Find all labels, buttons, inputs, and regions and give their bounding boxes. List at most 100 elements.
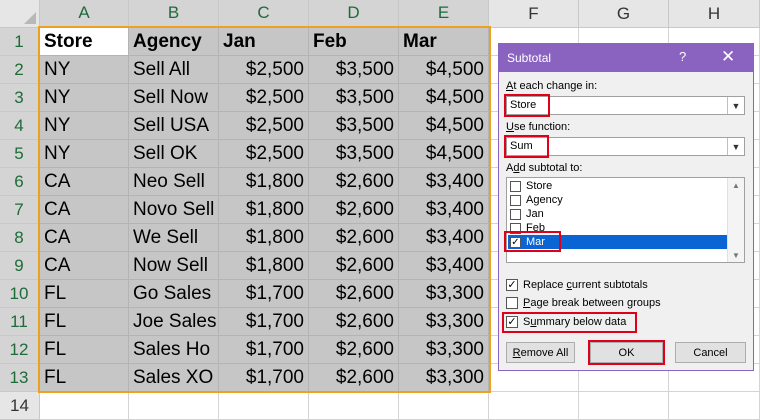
checkbox[interactable] — [510, 208, 521, 220]
data-cell[interactable]: $3,400 — [399, 196, 489, 224]
row-header-4[interactable]: 4 — [0, 112, 40, 140]
column-header-g[interactable]: G — [579, 0, 669, 28]
data-cell[interactable]: NY — [40, 84, 129, 112]
empty-cell[interactable] — [129, 392, 219, 420]
data-cell[interactable]: Sell All — [129, 56, 219, 84]
data-cell[interactable]: $1,800 — [219, 224, 309, 252]
checkbox[interactable] — [510, 222, 521, 234]
data-cell[interactable]: $3,300 — [399, 364, 489, 392]
list-scrollbar[interactable]: ▲ ▼ — [727, 178, 744, 262]
checkbox[interactable] — [506, 296, 518, 309]
column-header-c[interactable]: C — [219, 0, 309, 28]
data-cell[interactable]: Sell Now — [129, 84, 219, 112]
data-cell[interactable]: $2,500 — [219, 112, 309, 140]
data-cell[interactable]: $3,300 — [399, 308, 489, 336]
column-header-f[interactable]: F — [489, 0, 579, 28]
scroll-down-icon[interactable]: ▼ — [728, 248, 744, 262]
data-cell[interactable]: NY — [40, 112, 129, 140]
data-cell[interactable]: $2,600 — [309, 364, 399, 392]
data-cell[interactable]: $1,800 — [219, 196, 309, 224]
empty-cell[interactable] — [399, 392, 489, 420]
data-cell[interactable]: FL — [40, 336, 129, 364]
data-cell[interactable]: $3,400 — [399, 252, 489, 280]
data-cell[interactable]: $4,500 — [399, 84, 489, 112]
data-cell[interactable]: $2,600 — [309, 336, 399, 364]
data-cell[interactable]: $2,600 — [309, 224, 399, 252]
subtotal-field-jan[interactable]: Jan — [508, 207, 729, 221]
data-cell[interactable]: Now Sell — [129, 252, 219, 280]
checkbox[interactable] — [510, 194, 521, 206]
data-cell[interactable]: $2,600 — [309, 280, 399, 308]
header-cell[interactable]: Mar — [399, 28, 489, 56]
empty-cell[interactable] — [669, 392, 760, 420]
row-header-13[interactable]: 13 — [0, 364, 40, 392]
data-cell[interactable]: FL — [40, 280, 129, 308]
data-cell[interactable]: $2,500 — [219, 56, 309, 84]
data-cell[interactable]: $3,500 — [309, 140, 399, 168]
data-cell[interactable]: $3,500 — [309, 84, 399, 112]
data-cell[interactable]: $1,700 — [219, 364, 309, 392]
row-header-1[interactable]: 1 — [0, 28, 40, 56]
data-cell[interactable]: Novo Sell — [129, 196, 219, 224]
help-icon[interactable]: ? — [679, 49, 686, 64]
checkbox[interactable] — [510, 180, 521, 192]
data-cell[interactable]: CA — [40, 252, 129, 280]
data-cell[interactable]: Sales XO — [129, 364, 219, 392]
data-cell[interactable]: $1,800 — [219, 252, 309, 280]
data-cell[interactable]: $2,600 — [309, 168, 399, 196]
data-cell[interactable]: Sell USA — [129, 112, 219, 140]
close-icon[interactable]: ✕ — [721, 47, 735, 67]
page-break-checkbox[interactable]: Page break between groups — [506, 295, 661, 310]
data-cell[interactable]: $4,500 — [399, 56, 489, 84]
data-cell[interactable]: $2,600 — [309, 252, 399, 280]
cancel-button[interactable]: Cancel — [675, 342, 746, 363]
header-cell[interactable]: Agency — [129, 28, 219, 56]
remove-all-button[interactable]: Remove All — [506, 342, 575, 363]
column-header-e[interactable]: E — [399, 0, 489, 28]
data-cell[interactable]: $1,700 — [219, 336, 309, 364]
chevron-down-icon[interactable]: ▼ — [727, 97, 744, 114]
scroll-up-icon[interactable]: ▲ — [728, 178, 744, 192]
data-cell[interactable]: CA — [40, 168, 129, 196]
column-header-b[interactable]: B — [129, 0, 219, 28]
header-cell[interactable]: Jan — [219, 28, 309, 56]
header-cell[interactable]: Feb — [309, 28, 399, 56]
column-header-a[interactable]: A — [40, 0, 129, 28]
row-header-2[interactable]: 2 — [0, 56, 40, 84]
subtotal-field-agency[interactable]: Agency — [508, 193, 729, 207]
data-cell[interactable]: We Sell — [129, 224, 219, 252]
checkbox-checked[interactable]: ✓ — [506, 278, 518, 291]
data-cell[interactable]: $2,600 — [309, 196, 399, 224]
data-cell[interactable]: $1,800 — [219, 168, 309, 196]
row-header-9[interactable]: 9 — [0, 252, 40, 280]
row-header-6[interactable]: 6 — [0, 168, 40, 196]
data-cell[interactable]: FL — [40, 308, 129, 336]
use-function-dropdown[interactable]: Sum ▼ — [506, 137, 745, 156]
row-header-10[interactable]: 10 — [0, 280, 40, 308]
checkbox-checked[interactable]: ✓ — [510, 236, 521, 248]
select-all-corner[interactable] — [0, 0, 40, 28]
data-cell[interactable]: NY — [40, 56, 129, 84]
row-header-14[interactable]: 14 — [0, 392, 40, 420]
subtotal-field-mar[interactable]: ✓ Mar — [508, 235, 729, 249]
checkbox-checked[interactable]: ✓ — [506, 315, 518, 328]
data-cell[interactable]: $4,500 — [399, 140, 489, 168]
ok-button[interactable]: OK — [590, 342, 663, 363]
data-cell[interactable]: FL — [40, 364, 129, 392]
row-header-5[interactable]: 5 — [0, 140, 40, 168]
add-subtotal-list[interactable]: Store Agency Jan Feb ✓ Mar ▲ ▼ — [506, 177, 745, 263]
data-cell[interactable]: CA — [40, 196, 129, 224]
data-cell[interactable]: $3,400 — [399, 168, 489, 196]
dialog-titlebar[interactable]: Subtotal ? ✕ — [499, 44, 753, 72]
data-cell[interactable]: $3,400 — [399, 224, 489, 252]
row-header-3[interactable]: 3 — [0, 84, 40, 112]
column-header-h[interactable]: H — [669, 0, 760, 28]
data-cell[interactable]: $4,500 — [399, 112, 489, 140]
subtotal-field-feb[interactable]: Feb — [508, 221, 729, 235]
data-cell[interactable]: $2,500 — [219, 84, 309, 112]
data-cell[interactable]: $3,300 — [399, 336, 489, 364]
data-cell[interactable]: $1,700 — [219, 308, 309, 336]
data-cell[interactable]: Go Sales — [129, 280, 219, 308]
subtotal-field-store[interactable]: Store — [508, 179, 729, 193]
data-cell[interactable]: Neo Sell — [129, 168, 219, 196]
